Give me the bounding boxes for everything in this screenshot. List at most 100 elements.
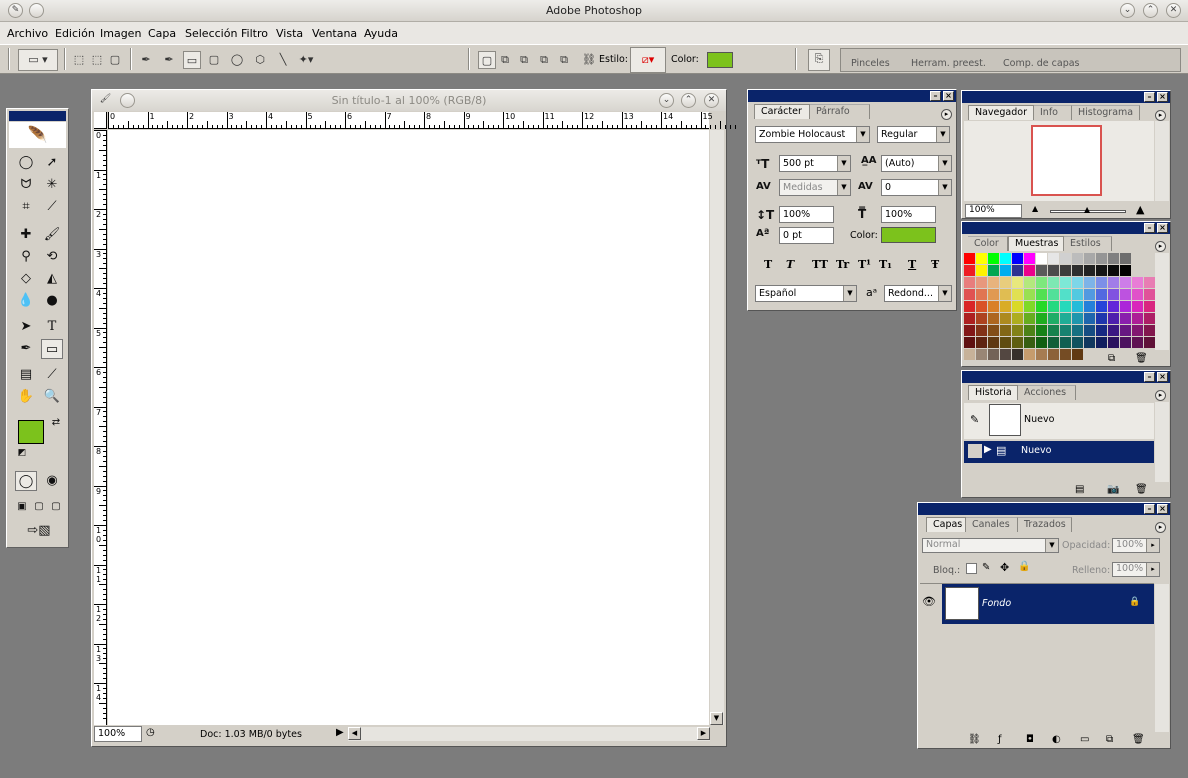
swatch[interactable] bbox=[1108, 289, 1119, 300]
swatch[interactable] bbox=[1060, 289, 1071, 300]
swatch[interactable] bbox=[1144, 277, 1155, 288]
path-selection-icon[interactable]: ➤ bbox=[15, 317, 37, 337]
swatch[interactable] bbox=[1012, 253, 1023, 264]
faux-italic-button[interactable]: T bbox=[786, 258, 794, 271]
swatch[interactable] bbox=[1024, 265, 1035, 276]
tab-muestras[interactable]: Muestras bbox=[1008, 236, 1064, 251]
swatch[interactable] bbox=[1024, 349, 1035, 360]
panel-close-button[interactable]: × bbox=[943, 91, 954, 101]
swatch[interactable] bbox=[988, 289, 999, 300]
new-shape-layer-icon[interactable]: ▢ bbox=[478, 51, 496, 69]
swatch[interactable] bbox=[1084, 337, 1095, 348]
swatch[interactable] bbox=[1072, 349, 1083, 360]
swatch[interactable] bbox=[1048, 325, 1059, 336]
swatch[interactable] bbox=[1024, 325, 1035, 336]
swatch[interactable] bbox=[964, 337, 975, 348]
swatch[interactable] bbox=[1084, 301, 1095, 312]
well-tab-comp-capas[interactable]: Comp. de capas bbox=[1003, 58, 1080, 69]
exclude-shape-icon[interactable]: ⧉ bbox=[555, 51, 573, 69]
swatch[interactable] bbox=[1000, 253, 1011, 264]
swatch[interactable] bbox=[1132, 325, 1143, 336]
swatch[interactable] bbox=[1144, 289, 1155, 300]
swatch[interactable] bbox=[1048, 349, 1059, 360]
swatch[interactable] bbox=[1144, 313, 1155, 324]
swatch[interactable] bbox=[1060, 337, 1071, 348]
add-shape-icon[interactable]: ⧉ bbox=[496, 51, 514, 69]
swatch[interactable] bbox=[1048, 313, 1059, 324]
swatch-grid[interactable] bbox=[964, 253, 1156, 360]
default-colors-icon[interactable]: ◩ bbox=[11, 443, 33, 463]
menu-archivo[interactable]: Archivo bbox=[7, 27, 48, 40]
maximize-button[interactable]: ⌃ bbox=[1143, 3, 1158, 18]
freeform-pen-icon[interactable]: ✒ bbox=[160, 51, 178, 69]
panel-menu-icon[interactable]: ▸ bbox=[1155, 522, 1166, 533]
zoom-in-icon[interactable]: ▲ bbox=[1136, 203, 1144, 216]
swatch[interactable] bbox=[1096, 289, 1107, 300]
close-button[interactable]: ✕ bbox=[1166, 3, 1181, 18]
status-icon[interactable]: ◷ bbox=[146, 727, 160, 741]
menu-vista[interactable]: Vista bbox=[276, 27, 303, 40]
tracking-field[interactable]: 0 ▼ bbox=[881, 179, 952, 196]
panel-minimize-button[interactable]: – bbox=[1144, 372, 1155, 382]
new-layer-icon[interactable]: ⧉ bbox=[1106, 734, 1113, 745]
swatch[interactable] bbox=[1036, 265, 1047, 276]
pen-tool-icon[interactable]: ✒ bbox=[15, 339, 37, 359]
swatch[interactable] bbox=[1000, 313, 1011, 324]
fill-pixels-icon[interactable]: ▢ bbox=[106, 51, 124, 69]
menu-capa[interactable]: Capa bbox=[148, 27, 176, 40]
shape-layers-icon[interactable]: ⬚ bbox=[70, 51, 88, 69]
tab-historia[interactable]: Historia bbox=[968, 385, 1018, 400]
swatch[interactable] bbox=[1036, 325, 1047, 336]
swatch[interactable] bbox=[1000, 325, 1011, 336]
swatch[interactable] bbox=[1072, 301, 1083, 312]
swatch[interactable] bbox=[976, 253, 987, 264]
swatch[interactable] bbox=[1060, 301, 1071, 312]
subtract-shape-icon[interactable]: ⧉ bbox=[515, 51, 533, 69]
screen-mode-full-icon[interactable]: ▢ bbox=[45, 497, 67, 517]
well-tab-pinceles[interactable]: Pinceles bbox=[851, 58, 890, 69]
swatch[interactable] bbox=[988, 325, 999, 336]
swatch[interactable] bbox=[1084, 325, 1095, 336]
swatch[interactable] bbox=[976, 337, 987, 348]
status-menu-arrow[interactable]: ▶ bbox=[336, 727, 344, 738]
swatch[interactable] bbox=[1048, 277, 1059, 288]
swatch[interactable] bbox=[988, 301, 999, 312]
scroll-right-button[interactable]: ▶ bbox=[697, 727, 710, 740]
lock-all-icon[interactable]: 🔒 bbox=[1018, 561, 1030, 572]
text-color-swatch[interactable] bbox=[881, 227, 936, 243]
swatch[interactable] bbox=[1012, 289, 1023, 300]
eyedropper-tool-icon[interactable]: ⟋ bbox=[41, 365, 63, 385]
swatch[interactable] bbox=[1096, 313, 1107, 324]
tab-caracter[interactable]: Carácter bbox=[754, 104, 810, 119]
link-icon[interactable]: ⛓ bbox=[580, 51, 598, 69]
link-layers-icon[interactable]: ⛓ bbox=[968, 734, 981, 745]
swatch[interactable] bbox=[1012, 301, 1023, 312]
swatch[interactable] bbox=[976, 313, 987, 324]
healing-brush-icon[interactable]: ✚ bbox=[15, 225, 37, 245]
layer-row-fondo[interactable]: 👁 Fondo 🔒 bbox=[920, 584, 1154, 624]
blur-tool-icon[interactable]: 💧 bbox=[15, 291, 37, 311]
swatch[interactable] bbox=[976, 265, 987, 276]
scroll-left-button[interactable]: ◀ bbox=[348, 727, 361, 740]
swatch[interactable] bbox=[1048, 301, 1059, 312]
swatch[interactable] bbox=[1000, 349, 1011, 360]
swatch[interactable] bbox=[976, 325, 987, 336]
swatch[interactable] bbox=[976, 277, 987, 288]
swatch[interactable] bbox=[1120, 289, 1131, 300]
swatch[interactable] bbox=[1000, 301, 1011, 312]
swatch[interactable] bbox=[1012, 325, 1023, 336]
menu-ayuda[interactable]: Ayuda bbox=[364, 27, 398, 40]
zoom-slider-thumb[interactable]: ▲ bbox=[1084, 205, 1090, 214]
swatch[interactable] bbox=[1132, 313, 1143, 324]
history-brush-icon[interactable]: ⟲ bbox=[41, 247, 63, 267]
rectangle-tool-icon[interactable]: ▭ bbox=[41, 339, 63, 359]
foreground-color[interactable] bbox=[18, 420, 44, 444]
panel-minimize-button[interactable]: – bbox=[1144, 223, 1155, 233]
swatch[interactable] bbox=[1108, 265, 1119, 276]
swatch[interactable] bbox=[1048, 337, 1059, 348]
swatch[interactable] bbox=[1024, 289, 1035, 300]
antialias-select[interactable]: Redond... ▼ bbox=[884, 285, 952, 302]
swatch[interactable] bbox=[1072, 325, 1083, 336]
swatch[interactable] bbox=[1120, 301, 1131, 312]
swatch[interactable] bbox=[1036, 349, 1047, 360]
